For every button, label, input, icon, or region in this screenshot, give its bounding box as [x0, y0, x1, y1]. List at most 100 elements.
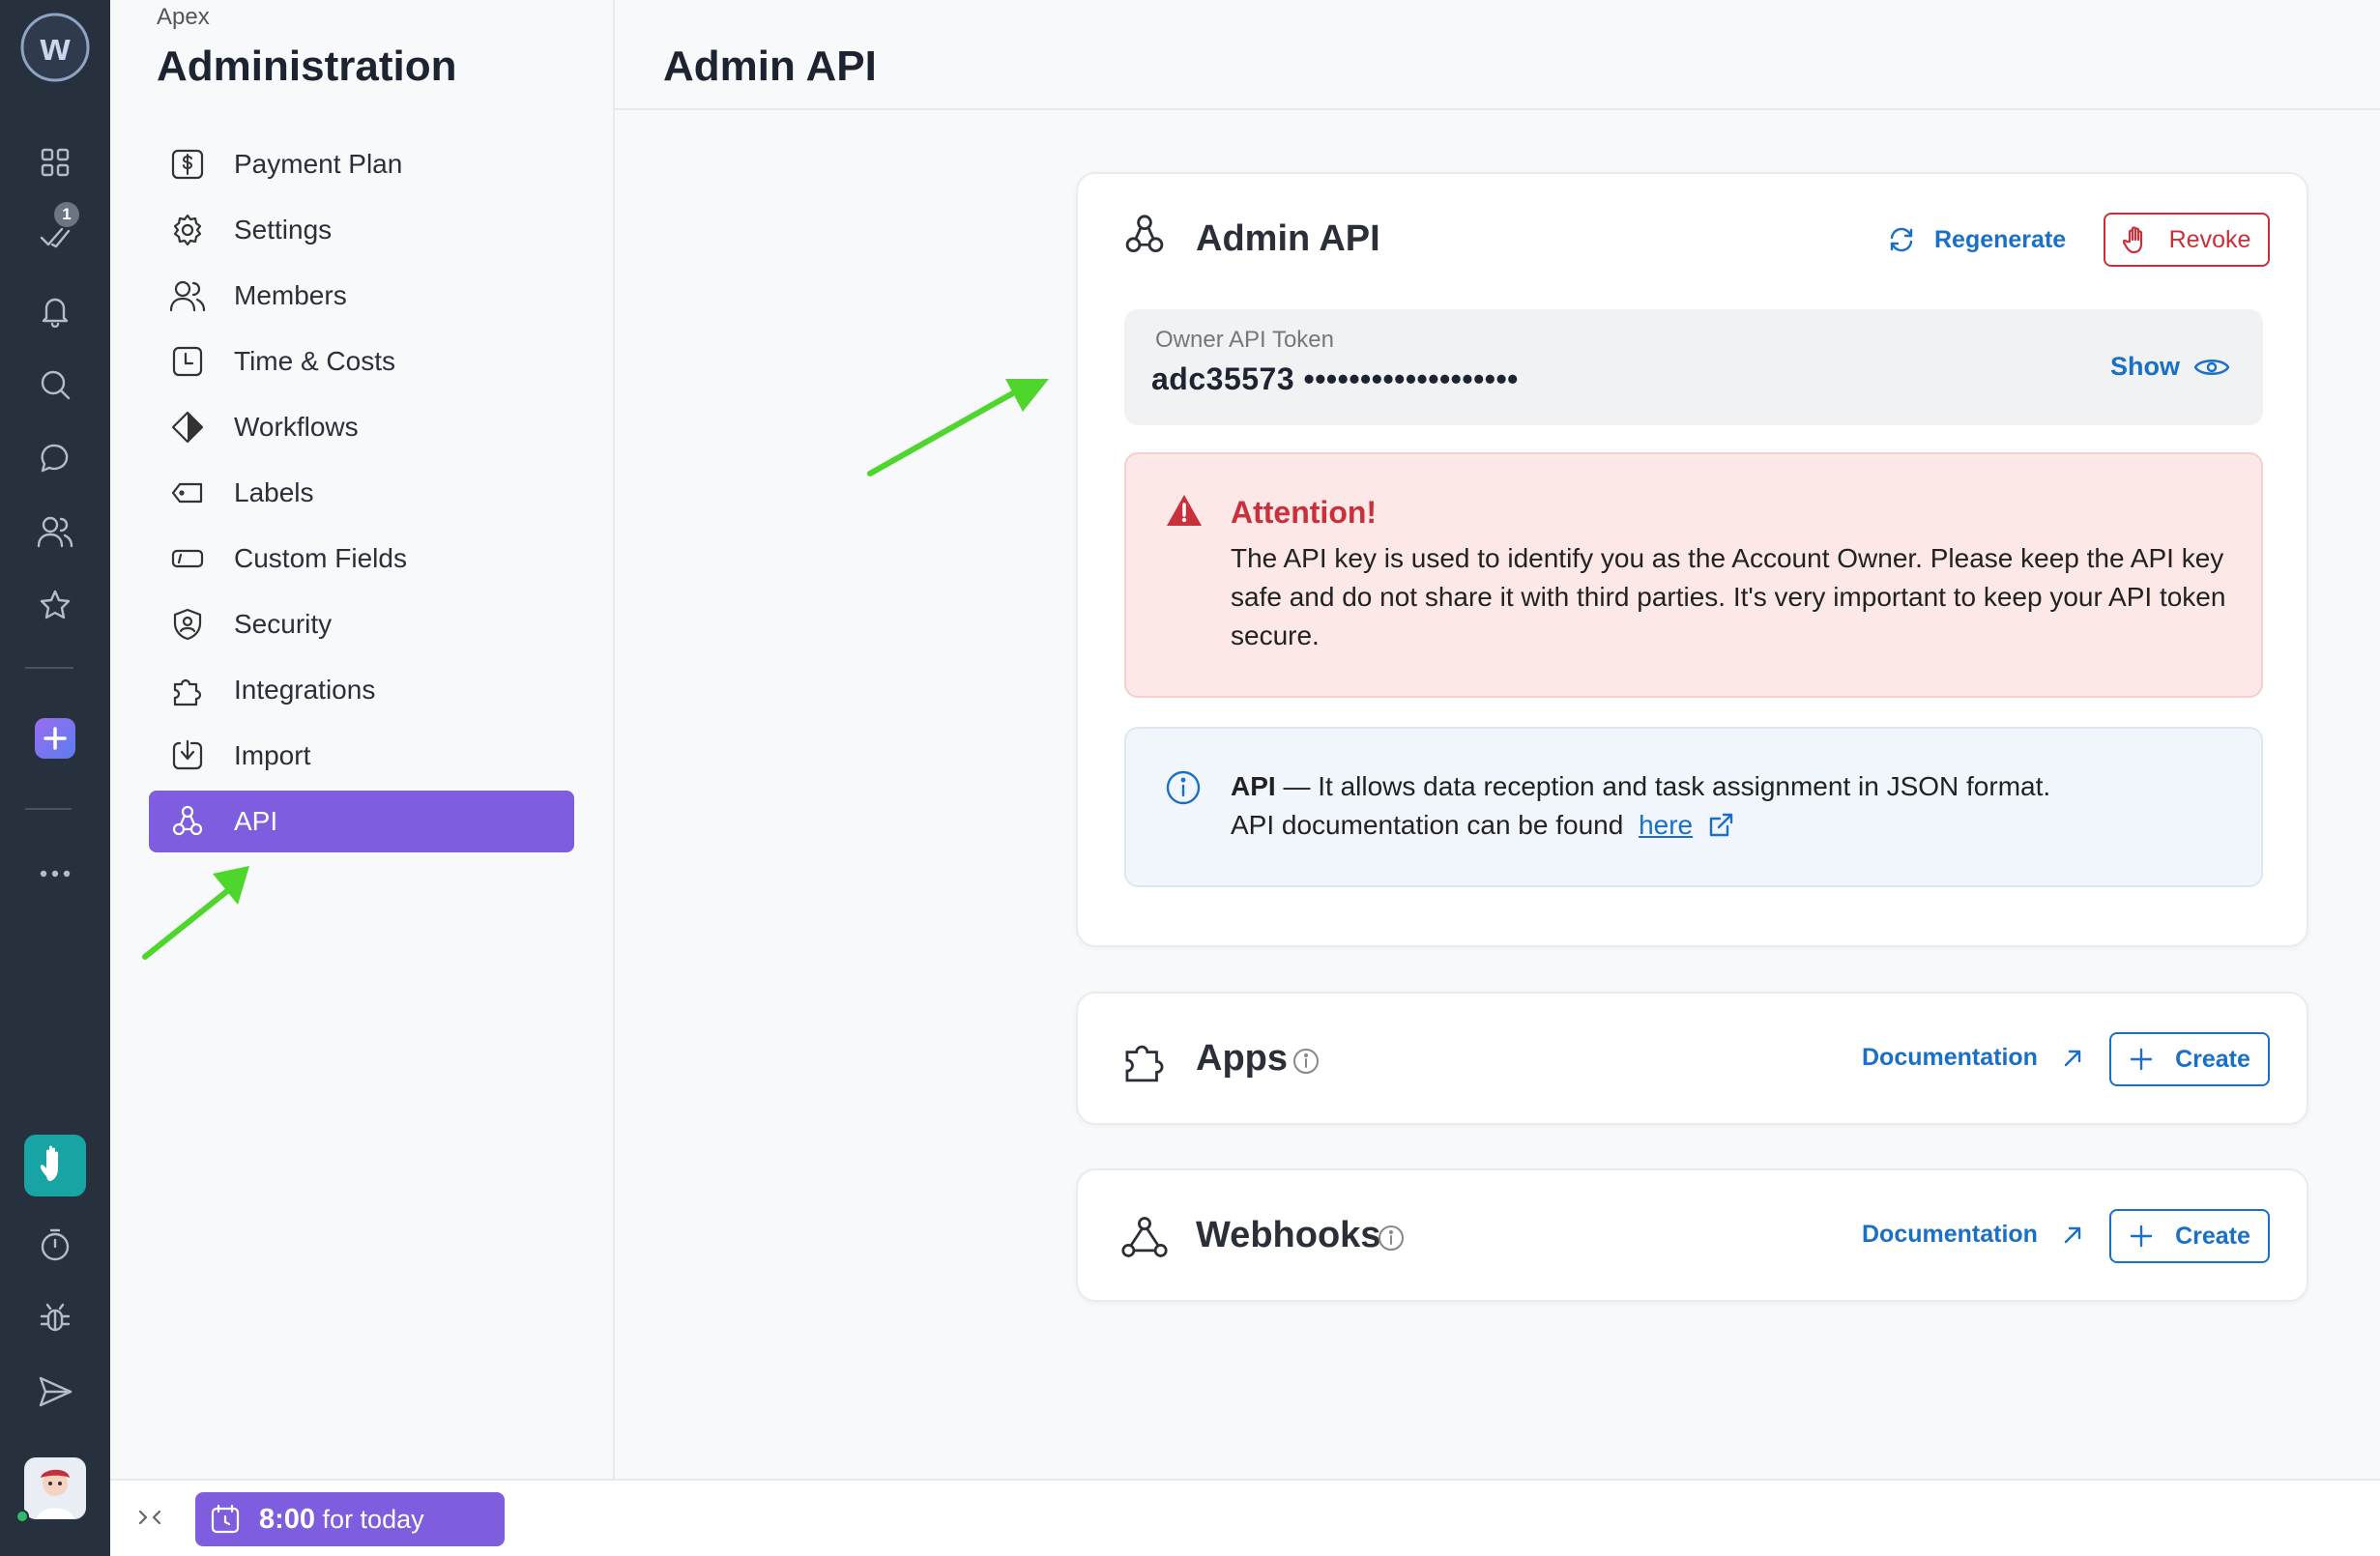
sidebar-item-import[interactable]: Import	[149, 725, 574, 787]
owner-token-box: Owner API Token adc35573 •••••••••••••••…	[1124, 309, 2263, 425]
arrow-up-right-icon	[2064, 1226, 2081, 1243]
sidebar-item-time-costs[interactable]: Time & Costs	[149, 331, 574, 392]
sidebar-item-labels[interactable]: Labels	[149, 462, 574, 524]
info-line-2: API documentation can be found here	[1231, 810, 1735, 841]
documentation-label: Documentation	[1862, 1221, 2038, 1248]
app-logo[interactable]: w	[0, 12, 110, 83]
webhooks-documentation-link[interactable]: Documentation	[1862, 1221, 2084, 1249]
webhooks-create-button[interactable]: Create	[2109, 1209, 2270, 1263]
star-icon[interactable]	[0, 586, 110, 624]
attention-alert: Attention! The API key is used to identi…	[1124, 452, 2263, 698]
external-link-icon[interactable]	[1706, 811, 1735, 840]
plus-icon	[2130, 1048, 2153, 1071]
sidebar-item-payment-plan[interactable]: Payment Plan	[149, 133, 574, 195]
warning-icon	[1165, 493, 1204, 533]
create-label: Create	[2175, 1222, 2250, 1250]
send-icon[interactable]	[0, 1372, 110, 1411]
sidebar-item-settings[interactable]: Settings	[149, 199, 574, 261]
docs-here-link[interactable]: here	[1639, 810, 1693, 841]
token-value: adc35573 •••••••••••••••••••	[1151, 361, 1519, 396]
bottom-bar: 8:00 for today	[110, 1479, 2380, 1556]
user-avatar[interactable]	[0, 1455, 110, 1523]
gear-icon	[168, 211, 207, 249]
documentation-label: Documentation	[1862, 1044, 2038, 1071]
alert-text: The API key is used to identify you as t…	[1231, 543, 2226, 650]
sidebar-item-label: Custom Fields	[234, 543, 407, 573]
calendar-clock-icon	[211, 1504, 240, 1534]
sidebar-item-label: API	[234, 806, 278, 836]
search-icon[interactable]	[0, 365, 110, 404]
sidebar-item-label: Payment Plan	[234, 149, 403, 179]
online-status-dot	[15, 1510, 29, 1523]
sidebar-item-api[interactable]: API	[149, 791, 574, 852]
info-line-1-text: — It allows data reception and task assi…	[1275, 771, 2051, 801]
alert-title: Attention!	[1231, 495, 1378, 530]
sidebar-item-label: Security	[234, 609, 333, 639]
sidebar-item-members[interactable]: Members	[149, 265, 574, 327]
workflow-icon	[168, 408, 207, 447]
collapse-sidebar-icon[interactable]	[137, 1506, 162, 1534]
webhook-icon	[1120, 1213, 1169, 1266]
annotation-arrow	[867, 379, 1049, 476]
chat-icon[interactable]	[0, 439, 110, 477]
sidebar-item-label: Labels	[234, 477, 314, 507]
arrow-up-right-icon	[2064, 1050, 2081, 1066]
wave-hand-icon[interactable]	[0, 1133, 110, 1198]
create-label: Create	[2175, 1045, 2250, 1073]
show-token-button[interactable]: Show	[2110, 352, 2230, 382]
page-title: Admin API	[663, 43, 877, 90]
sidebar-item-label: Members	[234, 280, 347, 310]
sidebar-title: Administration	[157, 43, 457, 90]
regenerate-label: Regenerate	[1934, 225, 2067, 253]
timer-suffix: for today	[315, 1504, 424, 1534]
org-name: Apex	[157, 4, 210, 30]
timer-value: 8:00	[259, 1503, 316, 1535]
info-line-2-text: API documentation can be found	[1231, 810, 1632, 840]
api-icon	[168, 802, 207, 841]
svg-text:w: w	[39, 26, 71, 69]
revoke-button[interactable]: Revoke	[2104, 213, 2270, 267]
apps-create-button[interactable]: Create	[2109, 1032, 2270, 1086]
field-icon	[168, 539, 207, 578]
timer-icon[interactable]	[0, 1225, 110, 1264]
info-bold: API	[1231, 771, 1276, 801]
sidebar-item-label: Workflows	[234, 412, 359, 442]
info-line-1: API — It allows data reception and task …	[1231, 771, 2050, 802]
puzzle-icon	[168, 671, 207, 709]
sidebar-item-label: Import	[234, 740, 311, 770]
import-icon	[168, 736, 207, 775]
regenerate-button[interactable]: Regenerate	[1886, 224, 2066, 255]
sidebar-item-label: Integrations	[234, 675, 376, 705]
revoke-label: Revoke	[2168, 225, 2251, 253]
people-icon[interactable]	[0, 512, 110, 551]
sidebar-item-integrations[interactable]: Integrations	[149, 659, 574, 721]
info-icon[interactable]	[1378, 1225, 1405, 1256]
tasks-check-icon[interactable]	[0, 217, 110, 256]
eye-icon	[2193, 359, 2230, 375]
add-icon[interactable]	[0, 715, 110, 762]
token-label: Owner API Token	[1155, 327, 1334, 353]
bell-icon[interactable]	[0, 292, 110, 331]
sidebar-item-custom-fields[interactable]: Custom Fields	[149, 528, 574, 590]
dollar-icon	[168, 145, 207, 184]
admin-api-card: Admin API Regenerate Revoke Owner API To…	[1076, 172, 2308, 947]
sidebar-item-security[interactable]: Security	[149, 593, 574, 655]
admin-sidebar: Apex Administration Payment Plan Setting…	[110, 0, 615, 1479]
apps-card: Apps Documentation Create	[1076, 992, 2308, 1125]
clock-icon	[168, 342, 207, 381]
sidebar-item-label: Settings	[234, 215, 333, 245]
info-icon	[1165, 769, 1202, 811]
apps-title: Apps	[1196, 1038, 1288, 1079]
sidebar-item-workflows[interactable]: Workflows	[149, 396, 574, 458]
sidebar-item-label: Time & Costs	[234, 346, 395, 376]
more-icon[interactable]	[0, 854, 110, 893]
refresh-icon	[1890, 227, 1913, 252]
admin-api-card-title: Admin API	[1196, 218, 1380, 259]
members-icon	[168, 276, 207, 315]
app-rail: w 1	[0, 0, 110, 1556]
today-timer-button[interactable]: 8:00 for today	[195, 1492, 505, 1546]
apps-grid-icon[interactable]	[0, 143, 110, 182]
bug-icon[interactable]	[0, 1299, 110, 1338]
info-icon[interactable]	[1292, 1048, 1320, 1080]
apps-documentation-link[interactable]: Documentation	[1862, 1044, 2084, 1072]
